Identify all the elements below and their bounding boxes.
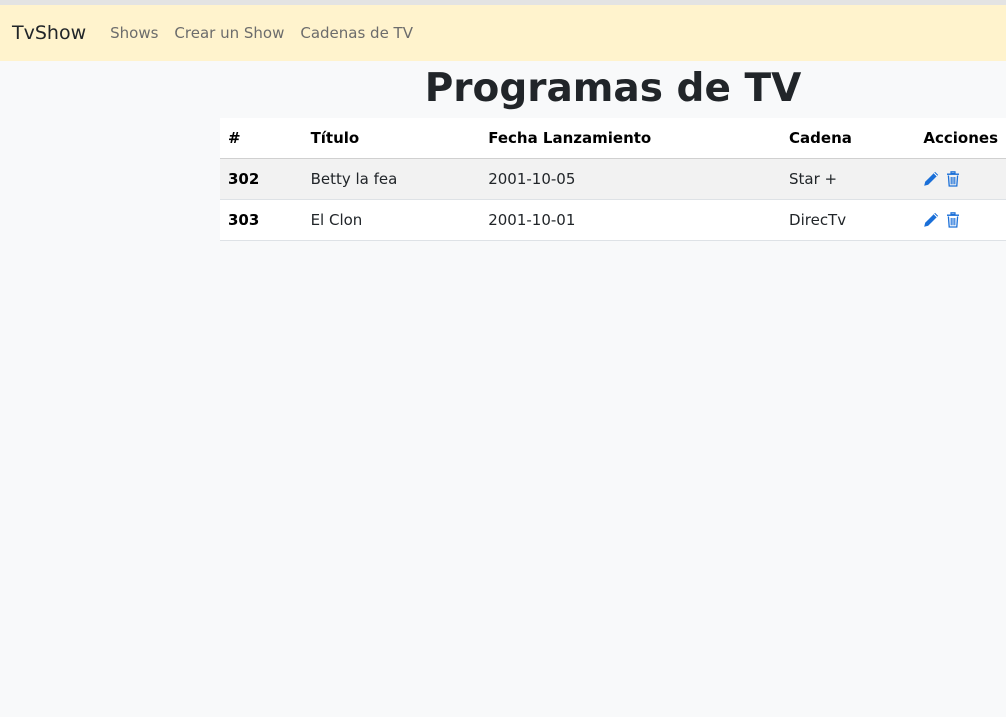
navbar: TvShow Shows Crear un Show Cadenas de TV <box>0 5 1006 61</box>
table-row: 302 Betty la fea 2001-10-05 Star + <box>220 158 1006 200</box>
row-title: Betty la fea <box>302 158 481 200</box>
header-channel: Cadena <box>781 118 916 159</box>
shows-table-container: # Título Fecha Lanzamiento Cadena Accion… <box>220 118 1006 241</box>
pencil-icon[interactable] <box>923 212 939 228</box>
table-header-row: # Título Fecha Lanzamiento Cadena Accion… <box>220 118 1006 159</box>
row-id: 303 <box>220 199 303 241</box>
row-channel: DirecTv <box>781 199 916 241</box>
shows-table: # Título Fecha Lanzamiento Cadena Accion… <box>220 118 1006 241</box>
row-date: 2001-10-05 <box>480 158 782 200</box>
table-row: 303 El Clon 2001-10-01 DirecTv <box>220 199 1006 241</box>
row-actions <box>915 158 1006 200</box>
row-id: 302 <box>220 158 303 200</box>
header-actions: Acciones <box>915 118 1006 159</box>
brand-link[interactable]: TvShow <box>12 22 86 44</box>
pencil-icon[interactable] <box>923 171 939 187</box>
nav-link-shows[interactable]: Shows <box>110 24 158 42</box>
header-id: # <box>220 118 303 159</box>
row-channel: Star + <box>781 158 916 200</box>
header-release-date: Fecha Lanzamiento <box>480 118 782 159</box>
row-date: 2001-10-01 <box>480 199 782 241</box>
nav-link-create-show[interactable]: Crear un Show <box>174 24 284 42</box>
header-title: Título <box>302 118 481 159</box>
trash-icon[interactable] <box>945 212 961 228</box>
row-title: El Clon <box>302 199 481 241</box>
nav-link-channels[interactable]: Cadenas de TV <box>300 24 413 42</box>
page-title: Programas de TV <box>424 66 802 111</box>
trash-icon[interactable] <box>945 171 961 187</box>
row-actions <box>915 199 1006 241</box>
